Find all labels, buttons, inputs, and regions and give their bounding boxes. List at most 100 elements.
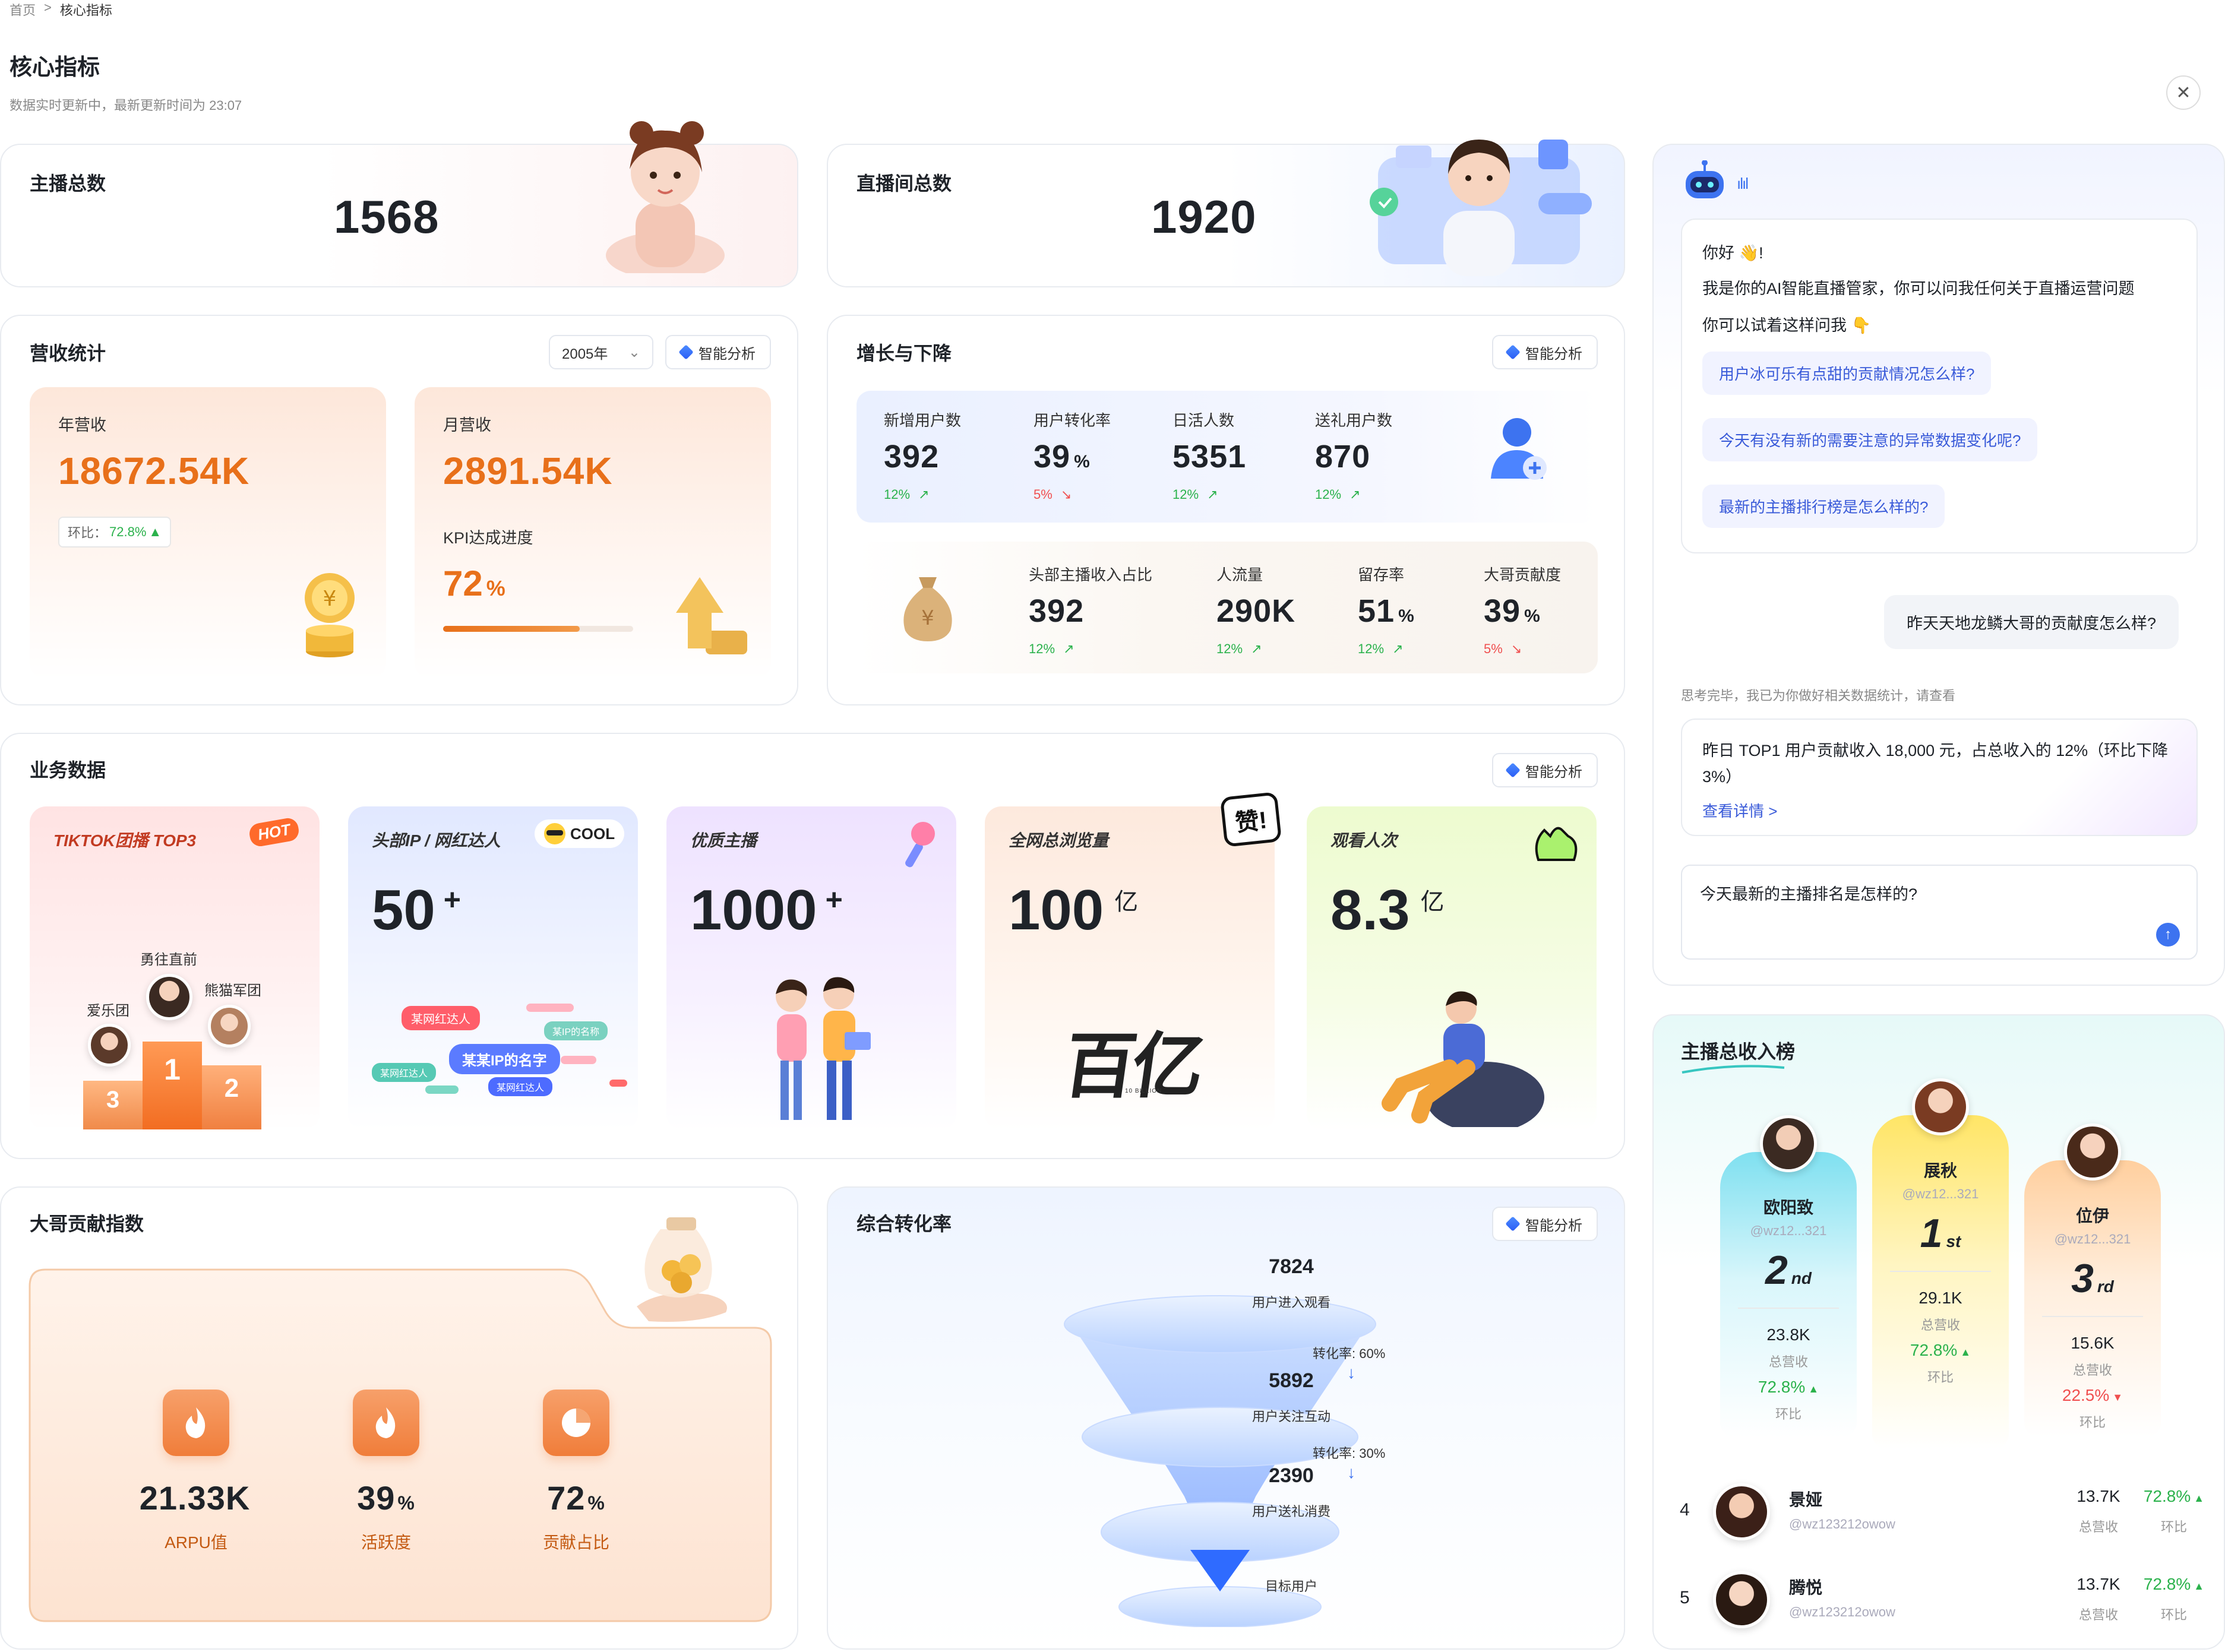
podium-avatar <box>1760 1115 1817 1172</box>
total-views-tile[interactable]: 全网总浏览量 赞! 100 亿 百亿 10 BILLION <box>985 792 1282 1131</box>
table-row[interactable]: 4 景娅 @wz123212owow 13.7K 总营收 72.8% ▲ 环比 <box>1669 1477 2215 1549</box>
trend-up-icon: ↗ <box>1247 641 1262 656</box>
rank-name: 景娅 <box>1789 1490 1823 1509</box>
ai-diamond-icon <box>1505 344 1521 360</box>
assistant-thinking-text: 思考完毕，我已为你做好相关数据统计，请查看 <box>1681 688 1956 703</box>
business-ai-analysis-button[interactable]: 智能分析 <box>1492 753 1598 787</box>
rank-ratio-label: 环比 <box>2160 1607 2187 1622</box>
year-select[interactable]: 2005年 ⌄ <box>549 335 653 369</box>
ai-assistant-panel: ılıl 你好 👋! 我是你的AI智能直播管家，你可以问我任何关于直播运营问题 … <box>1652 144 2225 986</box>
suggestion-1[interactable]: 用户冰可乐有点甜的贡献情况怎么样? <box>1702 352 1992 395</box>
revenue-ai-analysis-button[interactable]: 智能分析 <box>665 335 771 369</box>
podium-block-3: 3 <box>83 1081 143 1129</box>
row1-change-value: 5% <box>1034 487 1053 502</box>
podium-ratio-value: 22.5% <box>2062 1386 2110 1404</box>
podium-divider <box>1890 1271 1991 1272</box>
send-button[interactable]: ↑ <box>2156 923 2180 947</box>
breadcrumb-current[interactable]: 核心指标 <box>60 0 112 19</box>
podium-rank: 2nd <box>1720 1247 1857 1293</box>
hot-badge: HOT <box>248 816 301 848</box>
chat-input-box[interactable]: 今天最新的主播排名是怎样的? ↑ <box>1681 865 2198 960</box>
podium-ratio-label: 环比 <box>2079 1415 2106 1430</box>
watch-value: 8.3 亿 <box>1330 878 1444 943</box>
arrow-down-icon: ↓ <box>1347 1463 1355 1482</box>
billion-calligraphy-sub: 10 BILLION <box>1125 1088 1162 1094</box>
podium-avatar <box>1912 1078 1969 1135</box>
row2-value-number: 39 <box>1484 593 1521 629</box>
table-row[interactable]: 5 腾悦 @wz123212owow 13.7K 总营收 72.8% ▲ 环比 <box>1669 1565 2215 1637</box>
quality-anchor-tile[interactable]: 优质主播 1000 + <box>666 806 956 1131</box>
monthly-revenue-value: 2891.54K <box>443 450 613 492</box>
growth-arrow-coins-icon <box>676 577 747 654</box>
arrow-up-icon: ▲ <box>2191 1580 2205 1592</box>
flame-icon <box>353 1390 419 1456</box>
podium-column-rank-3[interactable]: 位伊 @wz12...321 3rd 15.6K 总营收 22.5% ▼ 环比 <box>2024 1124 2161 1437</box>
kpi-label: KPI达成进度 <box>443 529 533 547</box>
tiktok-top3-tile[interactable]: TIKTOK团播 TOP3 HOT 勇往直前 熊猫军团 爱乐团 1 2 3 <box>30 806 320 1131</box>
money-bag-icon: ¥ <box>903 577 952 641</box>
breadcrumb-home[interactable]: 首页 <box>10 0 36 19</box>
monthly-revenue-label: 月营收 <box>443 416 491 434</box>
row1-change: 12% ↗ <box>884 487 930 502</box>
watch-value-number: 8.3 <box>1330 878 1410 942</box>
views-value-sup: 亿 <box>1114 889 1139 915</box>
views-value: 100 亿 <box>1009 878 1138 943</box>
ip-title: 头部IP / 网红达人 <box>372 831 501 850</box>
close-button[interactable]: ✕ <box>2166 75 2201 110</box>
user-add-icon <box>1491 418 1547 480</box>
quality-title: 优质主播 <box>690 831 757 850</box>
podium-revenue-label: 总营收 <box>1768 1354 1808 1369</box>
row2-value-number: 51 <box>1358 593 1395 629</box>
assistant-welcome-bubble: 你好 👋! 我是你的AI智能直播管家，你可以问我任何关于直播运营问题 你可以试着… <box>1681 219 2198 553</box>
kpi-progress-fill <box>443 626 580 632</box>
row2-value: 392 <box>1029 593 1088 629</box>
watch-count-tile[interactable]: 观看人次 8.3 亿 <box>1307 806 1597 1131</box>
ai-button-label: 智能分析 <box>1525 1217 1582 1234</box>
row2-change-value: 12% <box>1216 641 1243 656</box>
row1-change-value: 12% <box>884 487 911 502</box>
kpi-progress-bar <box>443 626 633 632</box>
ai-diamond-icon <box>1505 762 1521 778</box>
annual-revenue-value: 18672.54K <box>58 450 250 492</box>
suggestion-2[interactable]: 今天有没有新的需要注意的异常数据变化呢? <box>1702 418 2038 461</box>
chat-input-text[interactable]: 今天最新的主播排名是怎样的? <box>1700 881 1917 904</box>
contribution-label: ARPU值 <box>165 1533 227 1552</box>
arrow-down-icon: ↓ <box>1347 1363 1355 1382</box>
like-badge: 赞! <box>1219 792 1282 847</box>
ai-diamond-icon <box>678 344 694 360</box>
podium-second-avatar <box>208 1005 251 1047</box>
man-beanbag-illustration <box>1382 991 1544 1127</box>
podium-ratio-label: 环比 <box>1927 1370 1954 1385</box>
trend-up-icon: ↗ <box>1346 487 1361 502</box>
rank-ratio-label: 环比 <box>2160 1520 2187 1534</box>
funnel-stage-1-label: 用户进入观看 <box>1251 1295 1330 1310</box>
row1-change: 5% ↘ <box>1034 487 1072 502</box>
ai-diamond-icon <box>1505 1216 1521 1232</box>
podium-column-rank-2[interactable]: 欧阳致 @wz12...321 2nd 23.8K 总营收 72.8% ▲ 环比 <box>1720 1115 1857 1437</box>
cool-badge: COOL <box>535 819 625 848</box>
growth-ai-analysis-button[interactable]: 智能分析 <box>1492 335 1598 369</box>
annual-ratio-label: 环比： <box>68 526 108 540</box>
podium-rank-3: 3 <box>106 1087 120 1113</box>
podium-column-rank-1[interactable]: 展秋 @wz12...321 1st 29.1K 总营收 72.8% ▲ 环比 <box>1872 1078 2009 1449</box>
pie-chart-icon <box>543 1390 609 1456</box>
funnel-stage-2-label: 用户关注互动 <box>1251 1409 1330 1424</box>
row2-change: 12% ↗ <box>1029 641 1074 657</box>
ip-value-number: 50 <box>372 878 435 942</box>
ip-tag-1: 某网红达人 <box>402 1006 480 1030</box>
funnel-stage-3-value: 2390 <box>1269 1464 1314 1487</box>
view-detail-link[interactable]: 查看详情 > <box>1702 799 1777 821</box>
suggestion-3[interactable]: 最新的主播排行榜是怎么样的? <box>1702 485 1945 528</box>
ip-influencer-tile[interactable]: 头部IP / 网红达人 COOL 50 + 某网红达人 某IP的名称 某某IP的名… <box>348 806 638 1131</box>
page-subtitle: 数据实时更新中，最新更新时间为 23:07 <box>10 98 242 113</box>
row1-label: 用户转化率 <box>1034 412 1111 429</box>
podium-rank-2: 2 <box>224 1074 239 1103</box>
podium-third-name: 爱乐团 <box>87 1003 129 1019</box>
row2-value-number: 392 <box>1029 593 1085 629</box>
quality-value: 1000 + <box>690 878 843 943</box>
arrow-up-icon: ▲ <box>2191 1492 2205 1504</box>
rank-revenue: 13.7K <box>2077 1575 2120 1593</box>
row1-value-number: 870 <box>1315 439 1371 474</box>
conversion-ai-analysis-button[interactable]: 智能分析 <box>1492 1207 1598 1241</box>
podium-name: 欧阳致 <box>1763 1198 1813 1217</box>
